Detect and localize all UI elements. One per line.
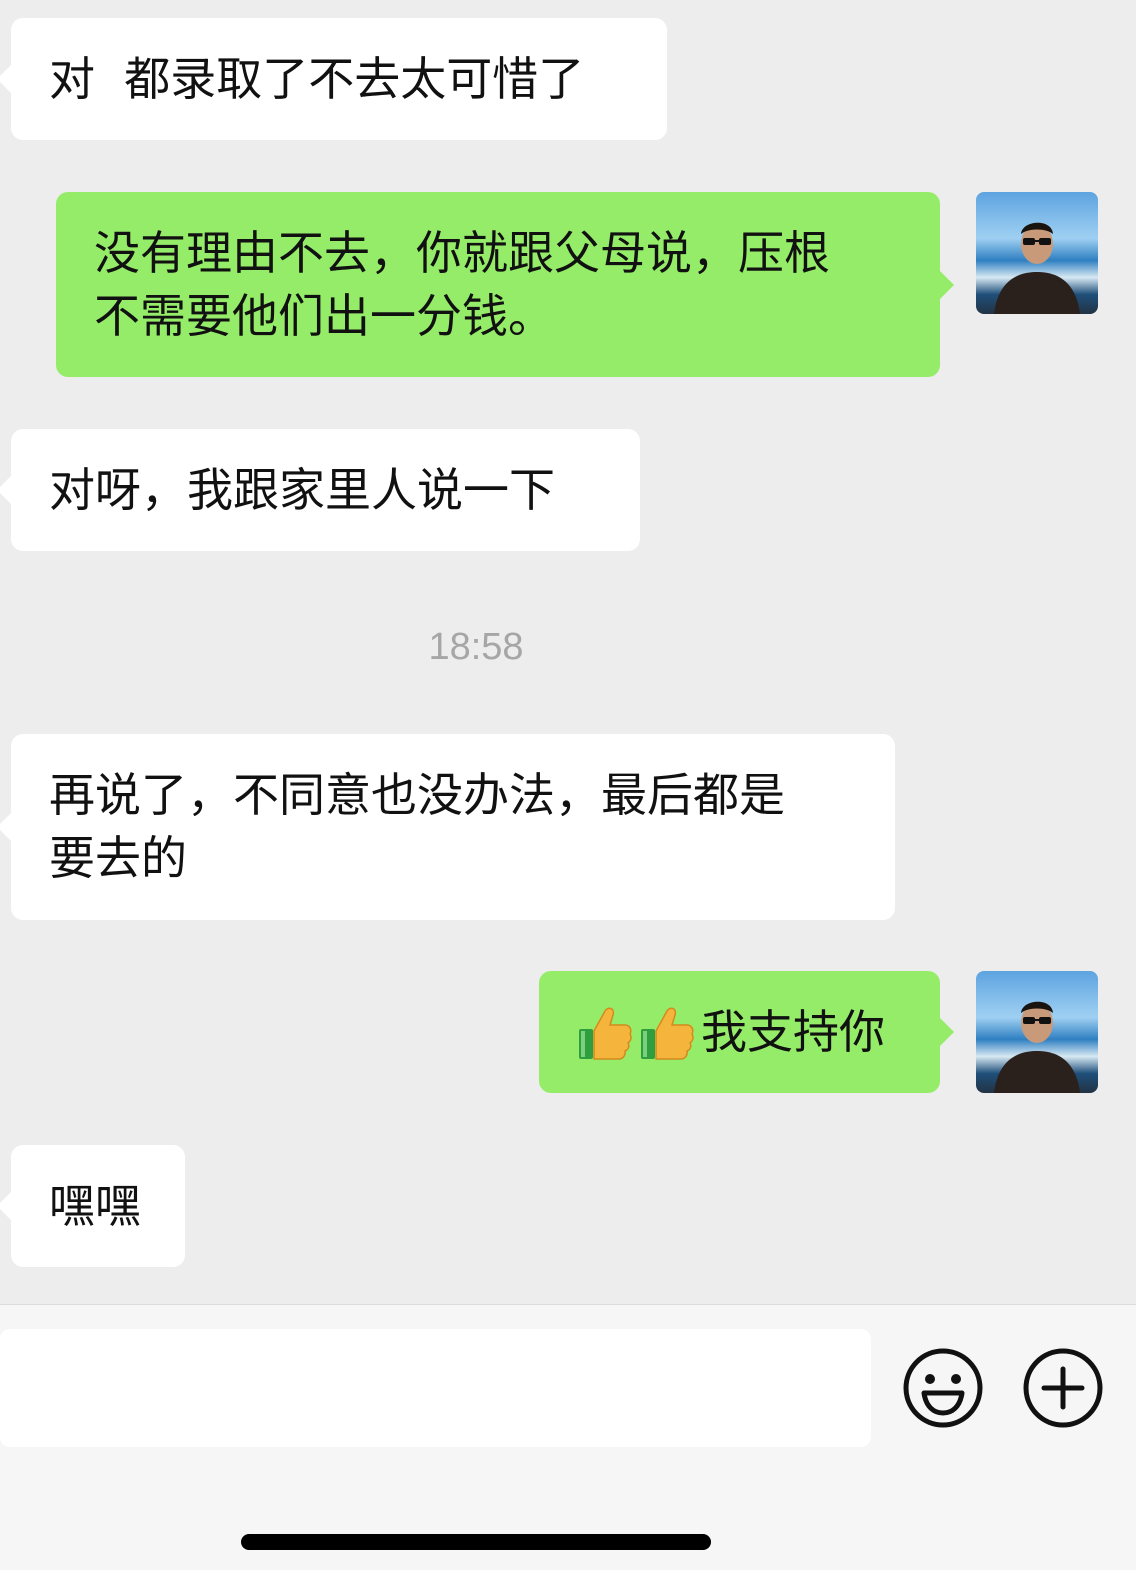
more-button[interactable] [1022,1347,1104,1429]
input-toolbar [0,1304,1136,1570]
message-bubble-outgoing[interactable]: 没有理由不去，你就跟父母说，压根 不需要他们出一分钱。 [56,192,954,377]
message-timestamp: 18:58 [428,626,524,668]
message-text: 对 都录取了不去太可惜了 [49,51,585,106]
message-text: 对呀，我跟家里人说一下 [49,462,555,517]
chat-area: 对 都录取了不去太可惜了 没有理由不去，你就跟父母说，压根 不需要他们出一分钱。… [0,0,1136,1304]
home-indicator[interactable] [241,1534,711,1550]
user-avatar[interactable] [976,971,1098,1093]
message-bubble-outgoing[interactable]: 我支持你 [539,971,954,1093]
avatar-photo-icon [994,1001,1080,1093]
message-bubble-incoming[interactable]: 对 都录取了不去太可惜了 [0,18,667,140]
message-bubble-incoming[interactable]: 对呀，我跟家里人说一下 [0,429,640,551]
user-avatar[interactable] [976,192,1098,314]
message-bubble-incoming[interactable]: 再说了，不同意也没办法，最后都是 要去的 [0,734,895,920]
thumbs-up-icon [641,1007,694,1060]
avatar-photo-icon [994,222,1080,314]
message-input[interactable] [0,1329,871,1447]
plus-circle-icon [1023,1348,1103,1428]
message-text: 没有理由不去，你就跟父母说，压根 不需要他们出一分钱。 [94,225,830,343]
message-bubble-incoming[interactable]: 嘿嘿 [0,1145,185,1267]
emoji-button[interactable] [902,1347,984,1429]
message-text: 我支持你 [701,1004,885,1059]
message-text: 再说了，不同意也没办法，最后都是 要去的 [49,768,785,885]
smiley-icon [903,1348,983,1428]
message-text: 嘿嘿 [49,1178,141,1233]
thumbs-up-icon [579,1007,632,1060]
